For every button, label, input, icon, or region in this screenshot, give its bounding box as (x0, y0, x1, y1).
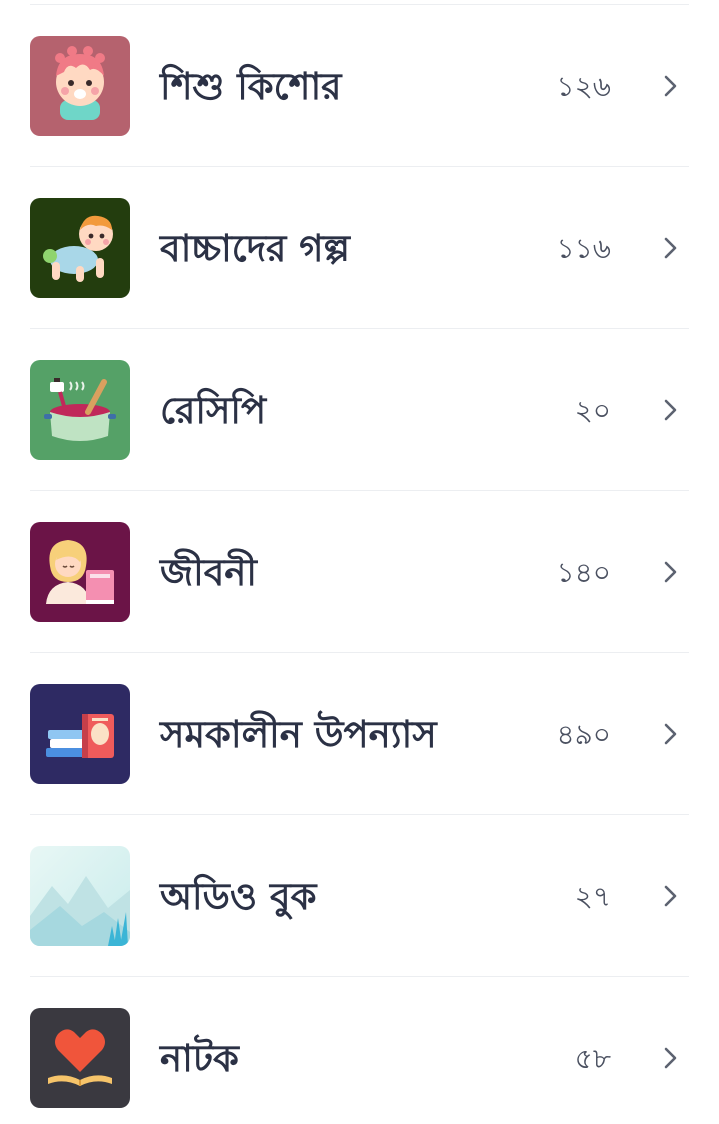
category-count: ২০ (574, 394, 611, 427)
kid-face-icon (30, 36, 130, 136)
chevron-right-icon (658, 397, 684, 423)
chevron-right-icon (658, 235, 684, 261)
chevron-right-icon (658, 559, 684, 585)
category-row-recipe[interactable]: রেসিপি ২০ (0, 329, 719, 491)
books-stack-icon (30, 684, 130, 784)
category-count: ১৪০ (556, 556, 611, 589)
cooking-pot-icon (30, 360, 130, 460)
category-label: বাচ্চাদের গল্প (160, 227, 350, 270)
category-row-natok[interactable]: নাটক ৫৮ (0, 977, 719, 1124)
category-label: সমকালীন উপন্যাস (160, 713, 437, 756)
person-with-book-icon (30, 522, 130, 622)
category-row-bachchader-golpo[interactable]: বাচ্চাদের গল্প ১১৬ (0, 167, 719, 329)
chevron-right-icon (658, 73, 684, 99)
category-label: জীবনী (160, 551, 257, 594)
category-row-shishu-kishor[interactable]: শিশু কিশোর ১২৬ (0, 5, 719, 167)
landscape-icon (30, 846, 130, 946)
crawling-baby-icon (30, 198, 130, 298)
category-count: ৫৮ (574, 1042, 611, 1075)
chevron-right-icon (658, 883, 684, 909)
category-count: ৪৯০ (556, 718, 611, 751)
category-count: ২৭ (574, 880, 611, 913)
category-label: নাটক (160, 1037, 239, 1080)
category-count: ১২৬ (556, 70, 611, 103)
chevron-right-icon (658, 1045, 684, 1071)
category-label: শিশু কিশোর (160, 65, 342, 108)
category-row-jiboni[interactable]: জীবনী ১৪০ (0, 491, 719, 653)
category-row-audio-book[interactable]: অডিও বুক ২৭ (0, 815, 719, 977)
heart-book-icon (30, 1008, 130, 1108)
category-label: রেসিপি (160, 389, 267, 432)
category-row-somokalin-uponnash[interactable]: সমকালীন উপন্যাস ৪৯০ (0, 653, 719, 815)
chevron-right-icon (658, 721, 684, 747)
category-count: ১১৬ (556, 232, 611, 265)
category-label: অডিও বুক (160, 875, 317, 918)
